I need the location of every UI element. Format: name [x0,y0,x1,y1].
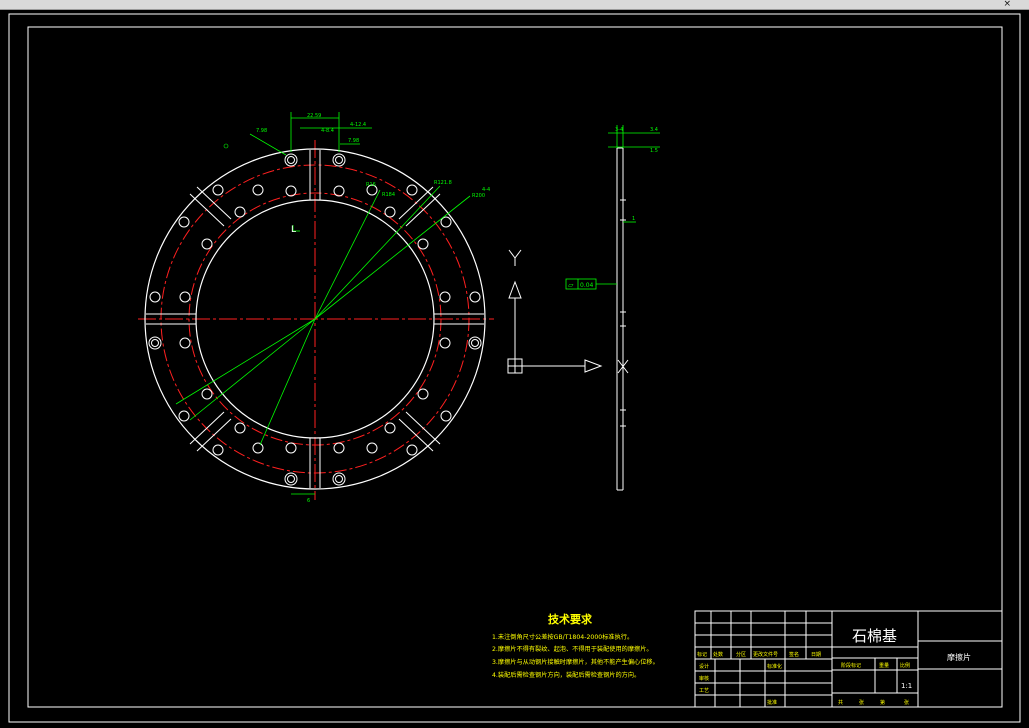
tb-left-label: 审核 [699,675,709,682]
tb-mid-label: 标准化 [767,663,782,670]
tb-row-label: 分区 [736,651,746,658]
dim-text: 6 [307,498,310,504]
material-label: 石棉基 [852,627,897,645]
front-view: 22.59 7.98 4-12.4 4-8.4 7.98 R16 R184 R1… [138,112,494,504]
tb-mid-label: 批准 [767,699,777,706]
tb-row-label: 更改文件号 [753,651,778,658]
dim-text: 3-4 [615,127,623,133]
dim-text: 4-4 [482,187,490,193]
close-icon[interactable]: × [1003,0,1011,9]
dim-text: 4-12.4 [350,122,366,128]
tb-stage-label: 重量 [879,662,889,669]
dim-text: 3.4 [650,127,658,133]
tech-title: 技术要求 [548,612,593,626]
flatness-value: 0.04 [580,282,594,289]
dim-text: 1 [632,216,635,222]
tb-stage-label: 比例 [900,662,910,669]
cad-drawing: 22.59 7.98 4-12.4 4-8.4 7.98 R16 R184 R1… [8,13,1021,723]
tb-sheet-label: 张 [859,699,864,706]
part-name: 摩擦片 [947,652,971,662]
flatness-symbol: ▱ [568,281,574,289]
dim-text: 7.98 [256,128,267,134]
dim-text: R184 [382,192,395,198]
tech-line: 2.摩擦片不得有裂纹、起泡、不得用于装配使用的摩擦片。 [492,645,653,653]
tb-row-label: 签名 [789,651,799,658]
tb-stage-label: 阶段标记 [841,662,861,669]
tb-sheet-label: 共 [838,699,843,706]
dim-text: 7.98 [348,138,359,144]
tb-sheet-label: 第 [880,699,885,706]
tb-left-label: 设计 [699,663,709,670]
section-mark: L [291,225,296,235]
tech-line: 1.未注倒角尺寸公差按GB/T1804-2000标准执行。 [492,633,633,641]
dim-text: R16 [366,182,376,188]
dim-text: R200 [472,193,485,199]
dim-text: 1.5 [650,148,658,154]
tb-row-label: 日期 [811,652,821,658]
ucs-icon [507,249,629,374]
title-block: 石棉基 摩擦片 标记 处数 分区 更改文件号 签名 日期 设计 审核 工艺 标准… [694,610,1003,708]
dim-text: 4-8.4 [321,128,334,134]
dim-text: 22.59 [307,113,321,119]
window-titlebar: × [0,0,1029,10]
tech-line: 4.装配后需检查钢片方向，装配后需检查钢片的方向。 [492,671,640,679]
tb-scale: 1:1 [901,682,912,690]
tb-left-label: 工艺 [699,688,709,694]
tech-line: 3.摩擦片与从动钢片接触时摩擦片，其他不能产生偏心位移。 [492,658,659,666]
side-view: 3-4 3.4 1.5 1 ▱ 0.04 [565,125,660,491]
dim-text: R121.8 [434,180,452,186]
tb-row-label: 标记 [697,651,707,658]
technical-requirements: 技术要求 1.未注倒角尺寸公差按GB/T1804-2000标准执行。 2.摩擦片… [492,612,659,679]
tb-sheet-label: 张 [904,699,909,706]
tb-row-label: 处数 [713,651,723,658]
